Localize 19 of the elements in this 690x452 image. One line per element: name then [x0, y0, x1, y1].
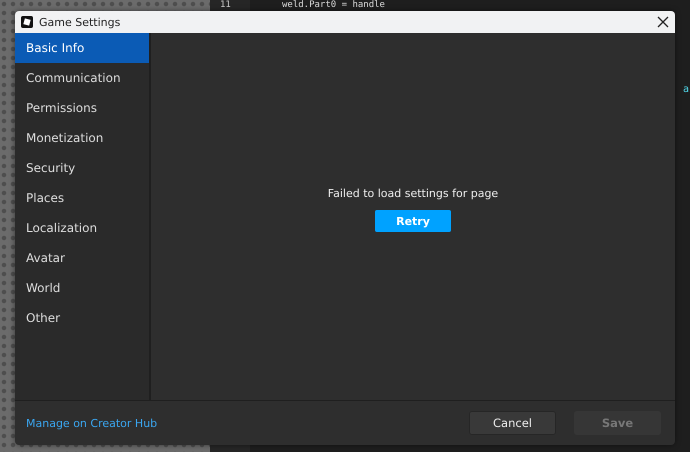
sidebar-item[interactable]: Communication: [15, 63, 149, 93]
creator-hub-link[interactable]: Manage on Creator Hub: [26, 416, 451, 430]
sidebar-item[interactable]: Localization: [15, 213, 149, 243]
error-message: Failed to load settings for page: [328, 187, 498, 200]
sidebar-item[interactable]: Basic Info: [15, 33, 149, 63]
sidebar-item[interactable]: Permissions: [15, 93, 149, 123]
code-fragment: a: [682, 84, 689, 95]
app-logo-icon: [21, 16, 33, 28]
sidebar-item[interactable]: Avatar: [15, 243, 149, 273]
sidebar-item[interactable]: World: [15, 273, 149, 303]
close-button[interactable]: [657, 16, 669, 28]
sidebar-item[interactable]: Security: [15, 153, 149, 183]
sidebar-item[interactable]: Monetization: [15, 123, 149, 153]
line-number: 11: [220, 0, 231, 10]
code-line: weld.Part0 = handle: [282, 0, 385, 10]
sidebar-item[interactable]: Other: [15, 303, 149, 333]
window-title: Game Settings: [39, 16, 122, 28]
sidebar-item[interactable]: Places: [15, 183, 149, 213]
footer-button[interactable]: Cancel: [469, 411, 556, 435]
